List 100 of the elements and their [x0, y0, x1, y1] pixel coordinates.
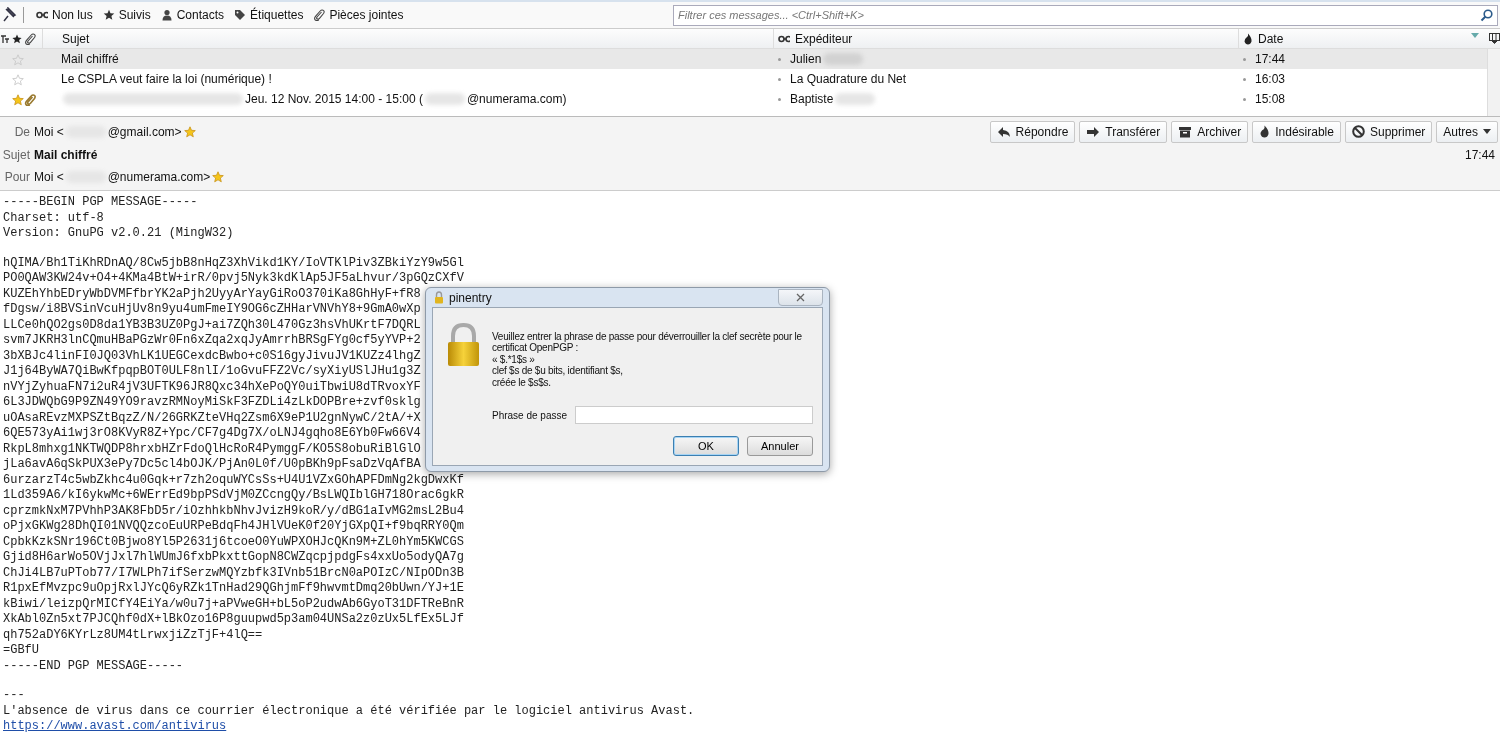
pgp-text-line: 6QE573yAi1wj3rO8KVyR8Z+Ypc/CF7g4Dg7X/oLNJ4gqho8E6Yb0Fw66V4: [3, 426, 421, 442]
person-icon: [160, 9, 173, 21]
scrollbar[interactable]: [1487, 49, 1500, 116]
pgp-text-line: LLCe0hQO2gs0D8da1YB3B3UZ0PgJ+ai7ZQh30L470Gz3hsVhUKrtF7DQRL: [3, 317, 421, 333]
archive-box-icon: [1178, 125, 1193, 138]
pgp-text-line: nVYjZyhuaFN7i2uR4jV3UFTK96JR8Qxc34hXePoQY0uiTbwiU8dTRvoxYF: [3, 379, 421, 395]
padlock-icon: [434, 291, 444, 304]
paperclip-icon: [313, 9, 326, 21]
right-arrow-icon: [1086, 125, 1101, 138]
sort-caret-icon[interactable]: [1471, 33, 1479, 39]
pgp-text-line: -----END PGP MESSAGE-----: [3, 658, 184, 674]
field-label: Sujet: [1, 147, 30, 164]
toolbar-button[interactable]: Indésirable: [1252, 120, 1341, 143]
star-outline-icon[interactable]: [12, 73, 24, 86]
dialog-message: Veuillez entrer la phrase de passe pour déverrouiller la clef secrète pour le certificat OpenPGP : « $.*1$s » clef $s de $u bits, identifiant $s, créée le $s$s.: [492, 331, 802, 389]
pgp-text-line: =GBfU: [3, 643, 39, 659]
pgp-text-line: hQIMA/Bh1TiKhRDnAQ/8Cw5jbB8nHqZ3XhVikd1KY/IoVTKlPiv3ZBkiYzY9w5Gl: [3, 255, 464, 271]
flame-icon: [1243, 32, 1253, 45]
address-text: Moi <: [34, 123, 64, 141]
redacted-text: [424, 93, 465, 105]
dot-icon: [1243, 97, 1246, 101]
pgp-text-line: -----BEGIN PGP MESSAGE-----: [3, 195, 198, 211]
pgp-text-line: CpbkKzkSNr196Ct0Bjwo8Yl5P2631j6tcoeO0YuWPXOHJcQKn9M+ZL0hYm5KWCGS: [3, 534, 464, 550]
field-label: Pour: [3, 169, 30, 186]
subject-text: Jeu. 12 Nov. 2015 14:00 - 15:00 (: [245, 91, 423, 108]
star-icon[interactable]: [12, 33, 22, 44]
prohibited-icon: [1351, 125, 1365, 138]
star-outline-icon[interactable]: [12, 53, 24, 66]
pgp-text-line: 6urzarzT4c5wbZkhc4u0Gqk+r7zh2oquWYCsSs+U4U1VZxGOhAPFDmNg2kgDwxKf: [3, 472, 464, 488]
field-label: Phrase de passe: [492, 408, 568, 423]
sender-text: Baptiste: [790, 91, 834, 108]
message-row[interactable]: Le CSPLA veut faire la loi (numérique) ! La Quadrature du Net 16:03: [0, 69, 1487, 89]
dialog-button[interactable]: OK: [673, 436, 739, 457]
pin-icon[interactable]: [2, 7, 18, 23]
column-heading[interactable]: Date: [1258, 29, 1284, 48]
message-row[interactable]: Mail chiffré Julien 17:44: [0, 49, 1487, 69]
column-heading[interactable]: Expéditeur: [795, 29, 853, 48]
subject-text: Le CSPLA veut faire la loi (numérique) !: [61, 71, 272, 88]
address-text: @gmail.com>: [107, 123, 182, 141]
signature-text: L'absence de virus dans ce courrier électronique a été vérifiée par le logiciel antivirus Avast.: [3, 703, 695, 719]
pgp-text-line: uOAsaREvzMXPSZtBqzZ/N/26GRKZteVHq2Zsm6X9eP1U2gnNywC/2tA/+X: [3, 410, 421, 426]
pgp-text-line: J1j64ByWA7QiBwKfpqpBOT0ULF8nlI/1oGvuFFZ2Vc/syXiyUSlJHu1g3Z: [3, 364, 421, 380]
padlock-icon: [447, 323, 480, 367]
toolbar-button[interactable]: Archiver: [1171, 120, 1249, 143]
pgp-text-line: fDgsw/i8BVSinVcuHjUv8n9yu4umFmeIY9OG6cZHHarVNVhY8+9GmA0wXp: [3, 302, 421, 318]
date-text: 15:08: [1254, 91, 1286, 108]
dot-icon: [778, 57, 781, 61]
pgp-text-line: cprzmkNxM7PVhhP3AK8FbD5r/iOzhhkbNhvJvizH9koR/y/dBG1aIvMG2msL2Bu4: [3, 503, 464, 519]
pgp-text-line: oPjxGKWg28DhQI01NVQQzcoEuURPeBdqFh4JHlVUeK0f20YjGXpQI+f9bqRRY0Qm: [3, 519, 464, 535]
column-picker-icon[interactable]: [1489, 33, 1500, 44]
pgp-text-line: svm7JKRH3lnCQmuHBaPGzWr0Fn6xZqa2xqJyAmrrhBRSgFYg0cf5yYVP+2: [3, 333, 421, 349]
date-text: 17:44: [1463, 147, 1496, 164]
flame-icon: [1259, 125, 1271, 138]
field-label: De: [13, 123, 30, 141]
star-icon[interactable]: [12, 93, 24, 106]
paperclip-icon[interactable]: [24, 32, 36, 45]
column-heading[interactable]: Sujet: [62, 29, 90, 48]
filter-button[interactable]: Étiquettes: [229, 4, 309, 26]
pgp-text-line: 1Ld359A6/kI6ykwMc+6WErrEd9bpPSdVjM0ZCcngQy/BsLWQIblGH718Orac6gkR: [3, 488, 464, 504]
toolbar-button[interactable]: Transférer: [1079, 120, 1168, 143]
toolbar-button[interactable]: Supprimer: [1344, 120, 1433, 143]
pgp-text-line: Gjid8H6arWo5OVjJxl7hlWUmJ6fxbPkxttGopN8CWZqcpjpdgFs4xxUo5odyQA7g: [3, 550, 464, 566]
thread-icon[interactable]: [0, 33, 10, 44]
subject-text: Mail chiffré: [34, 147, 99, 164]
subject-text: @numerama.com): [466, 91, 567, 108]
address-text: Moi <: [34, 169, 64, 186]
pgp-text-line: kBiwi/leizpQrMICfY4EiYa/w0u7j+aPVweGH+bL5oP2udwAb6GyoT31DFTReBnR: [3, 596, 464, 612]
toolbar-button[interactable]: Autres: [1436, 120, 1498, 143]
filter-button[interactable]: Pièces jointes: [308, 4, 409, 26]
window-title: pinentry: [449, 289, 492, 307]
pgp-text-line: XkAbl0Zn5xt7PJCQhf0dX+lBkOzo16P8guupwd5p3am04UNSa2z0zUx5LfEx5LJf: [3, 612, 464, 628]
dot-icon: [1243, 77, 1246, 81]
filter-button[interactable]: Non lus: [31, 4, 98, 26]
star-icon: [102, 9, 115, 21]
dot-icon: [1243, 57, 1246, 61]
pgp-text-line: Charset: utf-8: [3, 210, 104, 226]
close-button[interactable]: [778, 289, 823, 306]
dot-icon: [778, 97, 781, 101]
filter-button[interactable]: Contacts: [155, 4, 230, 26]
toolbar-button[interactable]: Répondre: [989, 120, 1076, 143]
sender-text: Julien: [790, 51, 822, 68]
passphrase-field[interactable]: [575, 406, 813, 425]
search-field[interactable]: Filtrer ces messages... <Ctrl+Shift+K>: [673, 4, 1498, 26]
tag-icon: [234, 9, 247, 21]
pgp-text-line: qh752aDY6KYrLz8UM4tLrwxjiZzTjF+4lQ==: [3, 627, 263, 643]
pgp-text-line: jLa6avA6qSkPUX3ePy7Dc5cl4bOJK/PjAn0L0f/U0pBKh9pFsaDzVqAfBA: [3, 457, 421, 473]
search-icon: [1480, 8, 1493, 22]
star-icon[interactable]: [183, 125, 196, 138]
pgp-text-line: 3bXBJc4linFI0JQ03VhLK1UEGCexdcBwbo+c0S16gyJivuJV1KUZz4lhgZ: [3, 348, 421, 364]
message-row[interactable]: Jeu. 12 Nov. 2015 14:00 - 15:00 ( @numerama.com) Baptiste 15:08: [0, 89, 1487, 109]
separator-text: ---: [3, 688, 25, 704]
star-icon[interactable]: [212, 171, 225, 183]
subject-text: Mail chiffré: [61, 51, 119, 68]
address-text: @numerama.com>: [107, 169, 211, 186]
link[interactable]: https://www.avast.com/antivirus: [3, 719, 227, 733]
date-text: 16:03: [1254, 71, 1286, 88]
dialog-button[interactable]: Annuler: [747, 436, 813, 457]
filter-button[interactable]: Suivis: [97, 4, 156, 26]
pgp-text-line: Version: GnuPG v2.0.21 (MingW32): [3, 226, 234, 242]
reply-arrow-icon: [996, 125, 1011, 138]
